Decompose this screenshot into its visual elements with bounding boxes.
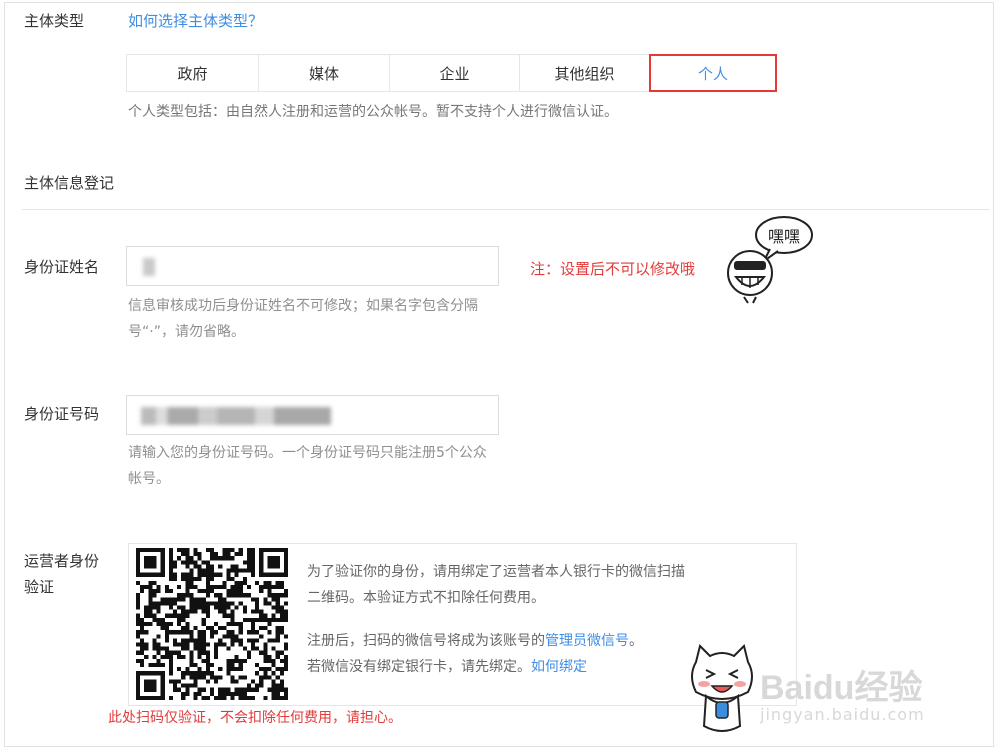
id-name-label: 身份证姓名: [24, 258, 100, 276]
tab-media[interactable]: 媒体: [258, 54, 390, 92]
section-divider: [22, 209, 990, 210]
verify-text-line2: 二维码。本验证方式不扣除任何费用。: [307, 590, 545, 606]
entity-type-tabs: 政府 媒体 企业 其他组织 个人: [126, 54, 777, 92]
id-number-hint-line1: 请输入您的身份证号码。一个身份证号码只能注册5个公众: [128, 445, 487, 461]
blushing-cat-sticker-icon: [691, 644, 753, 732]
operator-verify-label-line2: 验证: [24, 578, 55, 596]
qr-code-icon[interactable]: [134, 548, 290, 700]
verify-text-line3: 注册后，扫码的微信号将成为该账号的管理员微信号。: [307, 630, 643, 652]
blurred-name-value: [143, 258, 155, 276]
tab-enterprise[interactable]: 企业: [389, 54, 520, 92]
tab-individual[interactable]: 个人: [649, 54, 777, 92]
grinning-face-sticker-icon: 嘿嘿: [727, 216, 813, 304]
id-name-hint-line2: 号“·”，请勿省略。: [128, 324, 245, 340]
id-name-input[interactable]: [126, 246, 499, 286]
operator-verify-label-line1: 运营者身份: [24, 552, 100, 570]
verify-text-line3-suffix: 。: [629, 633, 643, 649]
qr-scan-note: 此处扫码仅验证，不会扣除任何费用，请担心。: [108, 710, 402, 726]
entity-type-label: 主体类型: [24, 12, 85, 30]
verify-text-line4-prefix: 若微信没有绑定银行卡，请先绑定。: [307, 659, 531, 675]
sticker-bubble-text: 嘿嘿: [768, 227, 800, 246]
id-name-hint-line1: 信息审核成功后身份证姓名不可修改；如果名字包含分隔: [128, 298, 478, 314]
id-number-input[interactable]: [126, 395, 499, 435]
how-to-choose-type-link[interactable]: 如何选择主体类型？: [128, 10, 263, 32]
verify-text-line4: 若微信没有绑定银行卡，请先绑定。如何绑定: [307, 656, 587, 678]
admin-wechat-link[interactable]: 管理员微信号: [545, 633, 629, 649]
id-number-hint-line2: 帐号。: [128, 471, 170, 487]
verify-text-line3-prefix: 注册后，扫码的微信号将成为该账号的: [307, 633, 545, 649]
tab-other-organization[interactable]: 其他组织: [519, 54, 650, 92]
id-name-warning: 注：设置后不可以修改哦: [530, 260, 696, 278]
section-title: 主体信息登记: [24, 174, 115, 192]
tab-government[interactable]: 政府: [126, 54, 259, 92]
watermark-main-text: Baidu经验: [760, 669, 923, 707]
watermark-sub-text: jingyan.baidu.com: [760, 705, 925, 724]
how-to-bind-link[interactable]: 如何绑定: [531, 659, 587, 675]
verify-text-line1: 为了验证你的身份，请用绑定了运营者本人银行卡的微信扫描: [307, 564, 685, 580]
baidu-jingyan-watermark: Baidu经验 jingyan.baidu.com: [760, 660, 925, 724]
entity-type-description: 个人类型包括：由自然人注册和运营的公众帐号。暂不支持个人进行微信认证。: [128, 104, 618, 120]
blurred-id-number-value: [141, 407, 331, 425]
id-number-label: 身份证号码: [24, 405, 100, 423]
